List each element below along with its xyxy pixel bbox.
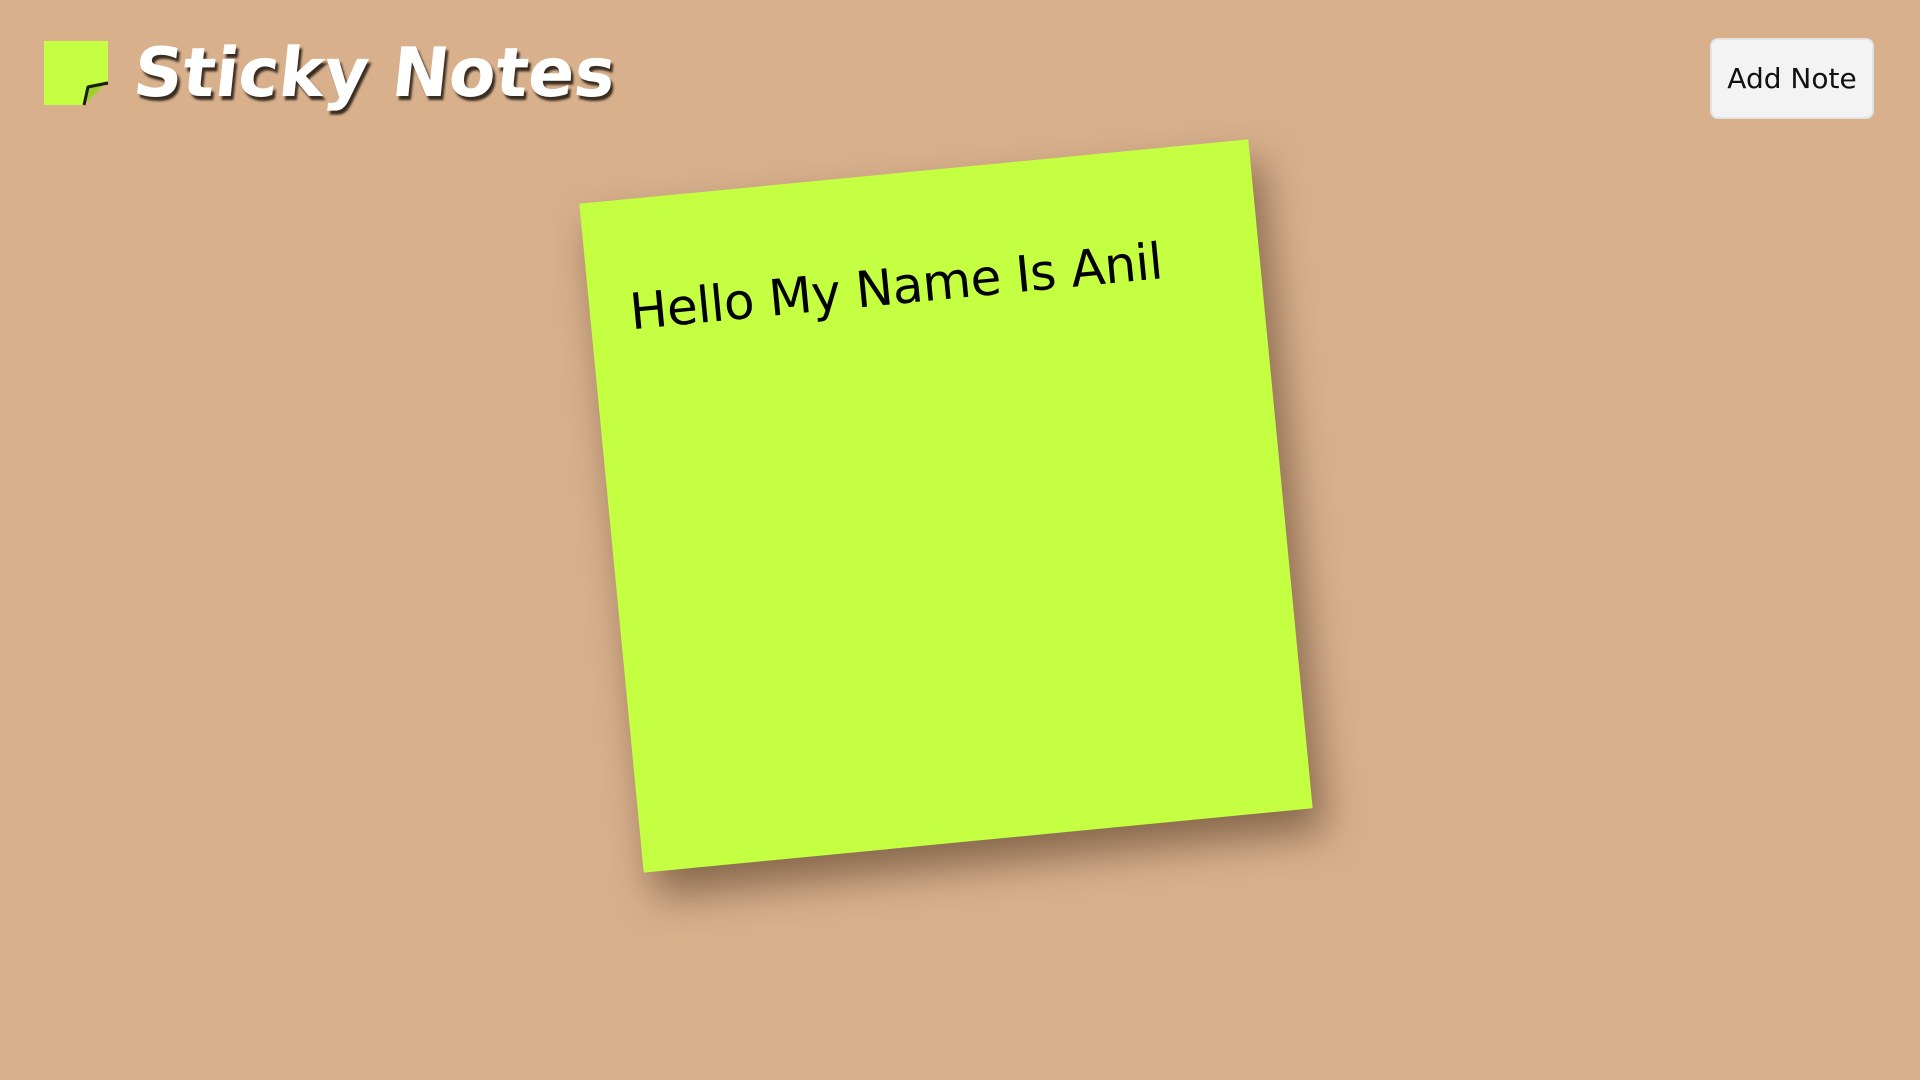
- sticky-note[interactable]: Hello My Name Is Anil: [579, 139, 1313, 873]
- notes-board: Hello My Name Is Anil: [0, 0, 1920, 1080]
- note-text[interactable]: Hello My Name Is Anil: [627, 227, 1222, 341]
